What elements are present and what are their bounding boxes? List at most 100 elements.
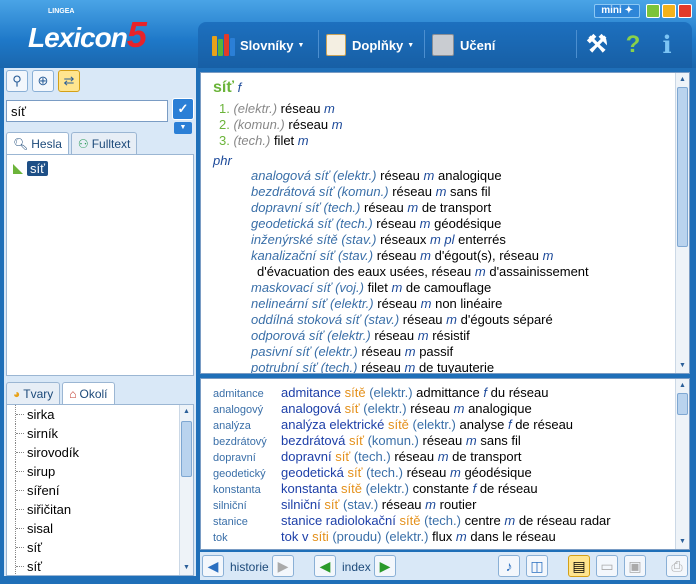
scroll-thumb[interactable] <box>677 393 688 415</box>
translation[interactable]: filet <box>274 133 294 148</box>
translation: d'égouts séparé <box>460 312 553 327</box>
phrase-row: nelineární síť (elektr.) réseau m non li… <box>251 296 677 312</box>
scrollbar[interactable]: ▲ ▼ <box>179 405 193 575</box>
close-button[interactable] <box>678 4 692 18</box>
search-icon[interactable]: ⚲ <box>6 70 28 92</box>
menu-uceni[interactable]: Učení <box>432 32 495 58</box>
gender: m <box>504 513 516 528</box>
result-key: silniční <box>213 500 247 512</box>
entry-header: síť f <box>213 79 677 97</box>
menu-slovniky[interactable]: Slovníky ▼ <box>212 32 304 58</box>
scrollbar[interactable]: ▲ ▼ <box>675 73 689 373</box>
pronunciation-icon[interactable]: ♪ <box>498 555 520 577</box>
domain-label: (tech.) <box>366 465 403 480</box>
phrase-source[interactable]: pasivní síť (elektr.) <box>251 344 358 359</box>
list-item[interactable]: sisal <box>7 519 193 538</box>
table-row[interactable]: admitance admitance sítě (elektr.) admitt… <box>201 385 689 401</box>
scroll-thumb[interactable] <box>677 87 688 247</box>
logo-brand-small: LINGEA <box>48 8 75 15</box>
notes-icon[interactable]: ▤ <box>568 555 590 577</box>
history-forward-icon[interactable]: ▶ <box>272 555 294 577</box>
headword-list: síť <box>6 154 194 376</box>
translation: analogique <box>468 401 532 416</box>
table-row[interactable]: bezdrátový bezdrátová síť (komun.) réseau… <box>201 433 689 449</box>
scroll-up-icon[interactable]: ▲ <box>181 406 192 418</box>
table-row[interactable]: konstanta konstanta sítě (elektr.) consta… <box>201 481 689 497</box>
list-item[interactable]: sirka <box>7 405 193 424</box>
scrollbar[interactable]: ▲ ▼ <box>675 379 689 549</box>
translation[interactable]: réseau <box>288 117 328 132</box>
layout-icon[interactable]: ◫ <box>526 555 548 577</box>
translation: de réseau <box>479 481 538 496</box>
copy-icon[interactable]: ▭ <box>596 555 618 577</box>
gender: m <box>425 497 436 512</box>
index-previous-icon[interactable]: ◀ <box>314 555 336 577</box>
index-label: index <box>342 560 371 574</box>
phrase-source[interactable]: kanalizační síť (stav.) <box>251 248 373 263</box>
list-item[interactable]: síření <box>7 481 193 500</box>
mini-mode-button[interactable]: mini ✦ <box>594 4 640 18</box>
phrase-source[interactable]: oddílná stoková síť (stav.) <box>251 312 399 327</box>
phrase-source[interactable]: bezdrátová síť (komun.) <box>251 184 389 199</box>
domain-label: (tech.) <box>353 449 391 464</box>
table-row[interactable]: dopravní dopravní síť (tech.) réseau m de… <box>201 449 689 465</box>
wrench-icon[interactable]: ⚒ <box>584 32 610 58</box>
table-row[interactable]: analogový analogová síť (elektr.) réseau … <box>201 401 689 417</box>
history-back-icon[interactable]: ◀ <box>202 555 224 577</box>
menu-uceni-label: Učení <box>460 37 496 53</box>
tab-tvary[interactable]: ◕ Tvary <box>6 382 61 404</box>
phrase-source[interactable]: dopravní síť (tech.) <box>251 200 360 215</box>
tab-fulltext[interactable]: ⚇ Fulltext <box>70 132 138 154</box>
table-row[interactable]: silniční silniční síť (stav.) réseau m ro… <box>201 497 689 513</box>
index-next-icon[interactable]: ▶ <box>374 555 396 577</box>
chevron-down-icon: ▼ <box>297 41 305 49</box>
domain-label: (elektr.) <box>365 481 409 496</box>
translation[interactable]: réseau <box>281 101 321 116</box>
list-item[interactable]: sirovodík <box>7 443 193 462</box>
gender: m <box>420 296 432 311</box>
list-item[interactable]: síť <box>7 538 193 557</box>
scroll-thumb[interactable] <box>181 421 192 477</box>
result-key: tok <box>213 532 228 544</box>
help-icon[interactable]: ? <box>620 32 646 58</box>
confirm-search-button[interactable]: ✓ <box>172 98 194 120</box>
info-icon[interactable]: i <box>654 32 680 58</box>
translation: réseau <box>402 312 443 327</box>
list-item[interactable]: síť <box>7 557 193 575</box>
search-input[interactable] <box>6 100 168 122</box>
scroll-down-icon[interactable]: ▼ <box>181 562 192 574</box>
phrase-source[interactable]: geodetická síť (tech.) <box>251 216 373 231</box>
menu-doplnky[interactable]: Doplňky ▼ <box>326 32 414 58</box>
table-row[interactable]: stanice stanice radiolokační sítě (tech.)… <box>201 513 689 529</box>
scroll-down-icon[interactable]: ▼ <box>677 360 688 372</box>
table-row[interactable]: analýza analýza elektrické sítě (elektr.)… <box>201 417 689 433</box>
tab-hesla[interactable]: 🔍︎ Hesla <box>6 132 69 154</box>
result-match: síť <box>335 449 351 464</box>
phrase-source[interactable]: nelineární síť (elektr.) <box>251 296 374 311</box>
print-icon[interactable]: ⎙ <box>666 555 688 577</box>
phrase-source[interactable]: potrubní síť (tech.) <box>251 360 357 373</box>
list-item[interactable]: siřičitan <box>7 500 193 519</box>
phrase-source[interactable]: odporová síť (elektr.) <box>251 328 371 343</box>
phrase-source[interactable]: analogová síť (elektr.) <box>251 168 377 183</box>
list-item[interactable]: sirník <box>7 424 193 443</box>
scroll-down-icon[interactable]: ▼ <box>677 536 688 548</box>
phrase-source[interactable]: maskovací síť (voj.) <box>251 280 364 295</box>
list-item[interactable]: sirup <box>7 462 193 481</box>
save-icon[interactable]: ▣ <box>624 555 646 577</box>
scroll-up-icon[interactable]: ▲ <box>677 380 688 392</box>
tab-okoli[interactable]: ⌂ Okolí <box>62 382 115 404</box>
minimize-button[interactable] <box>646 4 660 18</box>
gender: m <box>453 401 465 416</box>
search-history-dropdown[interactable]: ▼ <box>174 122 192 134</box>
phrase-source[interactable]: inženýrské sítě (stav.) <box>251 232 376 247</box>
table-row[interactable]: geodetický geodetická síť (tech.) réseau … <box>201 465 689 481</box>
swap-direction-icon[interactable]: ⇄ <box>58 70 80 92</box>
list-item[interactable]: síť <box>13 161 48 176</box>
gender: m <box>474 264 486 279</box>
zoom-in-icon[interactable]: ⊕ <box>32 70 54 92</box>
table-row[interactable]: tok tok v síti (proudu) (elektr.) flux m … <box>201 529 689 545</box>
phrase-row: odporová síť (elektr.) réseau m résistif <box>251 328 677 344</box>
maximize-button[interactable] <box>662 4 676 18</box>
scroll-up-icon[interactable]: ▲ <box>677 74 688 86</box>
